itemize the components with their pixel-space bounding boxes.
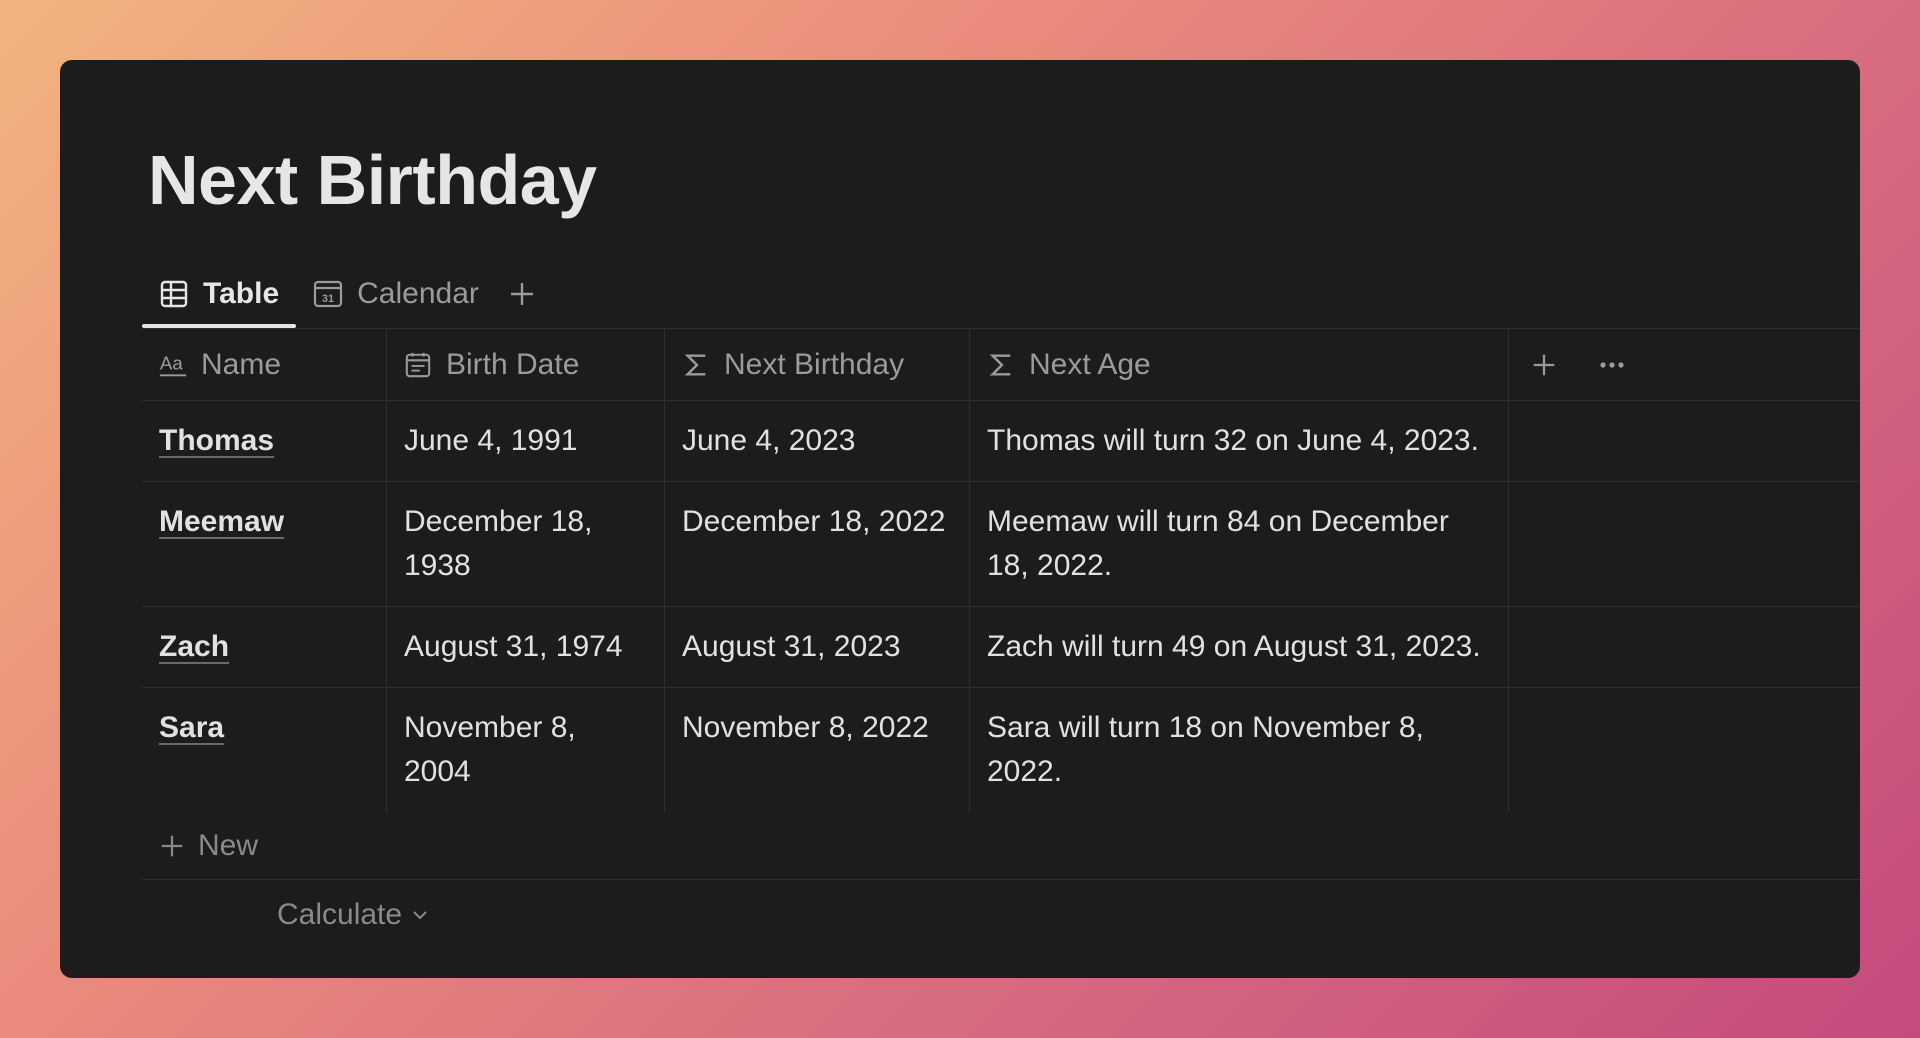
column-header-label: Next Birthday [724, 347, 905, 381]
new-label: New [198, 828, 259, 862]
table-row[interactable]: Thomas June 4, 1991 June 4, 2023 Thomas … [142, 400, 1860, 481]
birth-date-cell[interactable]: November 8, 2004 [387, 688, 665, 812]
column-header-label: Name [201, 347, 282, 381]
tab-label: Table [203, 277, 280, 310]
column-header-next-age[interactable]: Next Age [970, 329, 1509, 400]
birth-date-cell[interactable]: December 18, 1938 [387, 482, 665, 606]
birth-date-cell[interactable]: June 4, 1991 [387, 401, 665, 481]
date-icon [404, 351, 432, 379]
empty-cell [1509, 401, 1860, 481]
next-age-cell[interactable]: Sara will turn 18 on November 8, 2022. [970, 688, 1509, 812]
table-row[interactable]: Sara November 8, 2004 November 8, 2022 S… [142, 687, 1860, 812]
calculate-button[interactable]: Calculate [142, 880, 1860, 950]
add-property-icon[interactable] [1529, 350, 1559, 380]
empty-cell [1509, 482, 1860, 606]
svg-text:31: 31 [322, 293, 334, 305]
name-cell[interactable]: Zach [142, 607, 387, 687]
next-birthday-cell[interactable]: November 8, 2022 [665, 688, 970, 812]
row-name[interactable]: Thomas [159, 424, 274, 457]
row-name[interactable]: Sara [159, 711, 224, 744]
table-grid: Aa Name Birth Date Next Birthday Next Ag… [142, 328, 1860, 950]
name-cell[interactable]: Meemaw [142, 482, 387, 606]
empty-cell [1509, 688, 1860, 812]
empty-cell [1509, 607, 1860, 687]
calculate-label: Calculate [277, 898, 403, 931]
column-header-label: Next Age [1029, 347, 1151, 381]
add-view-icon[interactable] [502, 274, 542, 314]
plus-icon [158, 832, 186, 860]
svg-text:Aa: Aa [160, 352, 183, 373]
page-title: Next Birthday [148, 141, 597, 219]
column-header-label: Birth Date [446, 347, 580, 381]
table-header-row: Aa Name Birth Date Next Birthday Next Ag… [142, 328, 1860, 400]
header-actions [1509, 329, 1860, 400]
table-row[interactable]: Zach August 31, 1974 August 31, 2023 Zac… [142, 606, 1860, 687]
next-age-cell[interactable]: Meemaw will turn 84 on December 18, 2022… [970, 482, 1509, 606]
row-name[interactable]: Zach [159, 630, 229, 663]
table-icon [159, 279, 189, 309]
column-header-next-birthday[interactable]: Next Birthday [665, 329, 970, 400]
column-header-birth-date[interactable]: Birth Date [387, 329, 665, 400]
calendar-icon: 31 [313, 279, 343, 309]
name-cell[interactable]: Thomas [142, 401, 387, 481]
tab-table[interactable]: Table [142, 260, 297, 328]
tab-label: Calendar [357, 277, 479, 310]
more-options-icon[interactable] [1597, 350, 1627, 380]
formula-icon [682, 351, 710, 379]
next-age-cell[interactable]: Zach will turn 49 on August 31, 2023. [970, 607, 1509, 687]
name-cell[interactable]: Sara [142, 688, 387, 812]
table-row[interactable]: Meemaw December 18, 1938 December 18, 20… [142, 481, 1860, 606]
next-age-cell[interactable]: Thomas will turn 32 on June 4, 2023. [970, 401, 1509, 481]
database-window: Next Birthday Table 31 Calendar Aa Name [60, 60, 1860, 978]
column-header-name[interactable]: Aa Name [142, 329, 387, 400]
view-tabs: Table 31 Calendar [142, 260, 542, 328]
text-type-icon: Aa [159, 351, 187, 379]
birth-date-cell[interactable]: August 31, 1974 [387, 607, 665, 687]
new-row-button[interactable]: New [142, 812, 1860, 880]
next-birthday-cell[interactable]: August 31, 2023 [665, 607, 970, 687]
formula-icon [987, 351, 1015, 379]
row-name[interactable]: Meemaw [159, 505, 284, 538]
chevron-down-icon [410, 905, 430, 925]
next-birthday-cell[interactable]: December 18, 2022 [665, 482, 970, 606]
next-birthday-cell[interactable]: June 4, 2023 [665, 401, 970, 481]
tab-calendar[interactable]: 31 Calendar [296, 260, 496, 328]
